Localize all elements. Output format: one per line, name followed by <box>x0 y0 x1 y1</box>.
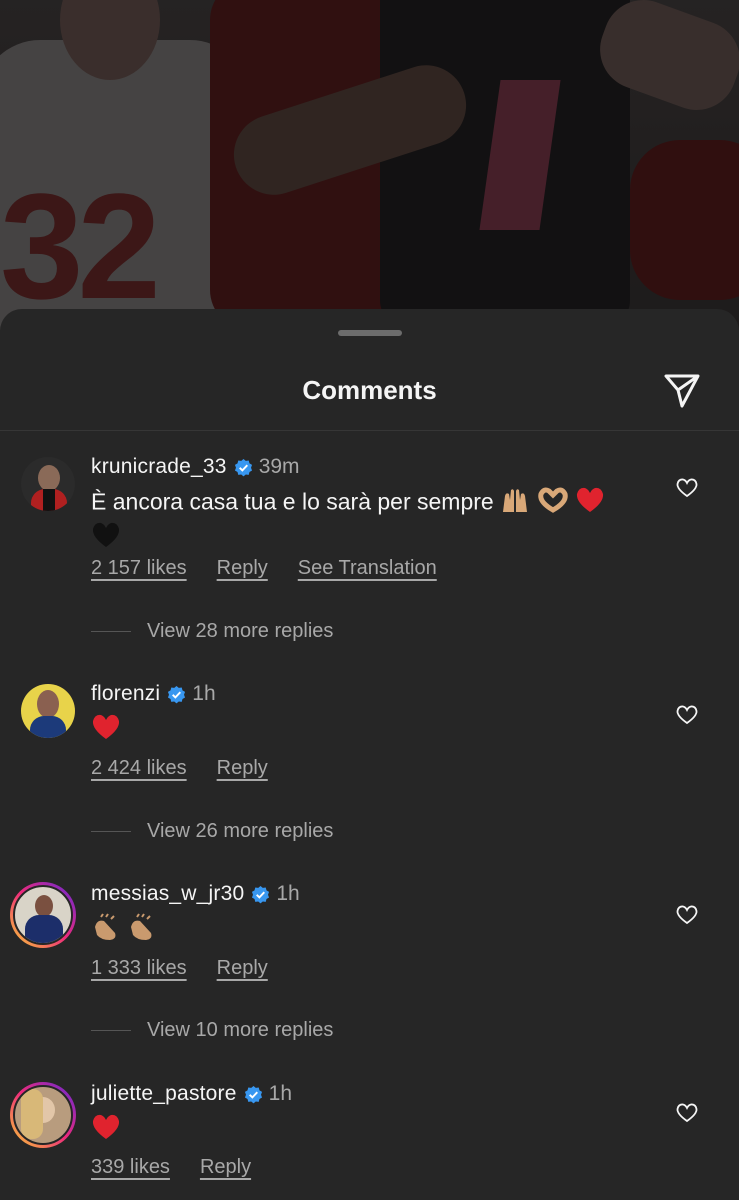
replies-line <box>91 831 131 832</box>
likes-count-link[interactable]: 1 333 likes <box>91 957 187 980</box>
view-more-replies[interactable]: View 10 more replies <box>91 1019 333 1042</box>
avatar[interactable] <box>21 684 75 738</box>
photo-dim-overlay <box>0 0 739 330</box>
like-heart-icon[interactable] <box>676 478 700 500</box>
like-heart-icon[interactable] <box>676 705 700 727</box>
username[interactable]: florenzi <box>91 682 160 706</box>
username[interactable]: messias_w_jr30 <box>91 882 244 906</box>
comment-time: 1h <box>192 682 216 705</box>
red-heart-icon <box>575 486 605 521</box>
verified-badge-icon <box>251 885 270 904</box>
comment-text <box>91 1113 651 1148</box>
likes-count-link[interactable]: 2 157 likes <box>91 557 187 580</box>
red-heart-icon <box>91 713 121 748</box>
view-replies-label[interactable]: View 26 more replies <box>147 820 333 843</box>
post-photo-background: 32 <box>0 0 739 330</box>
sheet-title: Comments <box>302 375 437 405</box>
view-more-replies[interactable]: View 28 more replies <box>91 620 333 643</box>
avatar[interactable] <box>21 457 75 511</box>
comment-meta: messias_w_jr30 1h <box>91 882 300 906</box>
verified-badge-icon <box>167 685 186 704</box>
avatar[interactable] <box>10 1082 76 1148</box>
likes-count-link[interactable]: 339 likes <box>91 1156 170 1179</box>
view-more-replies[interactable]: View 26 more replies <box>91 820 333 843</box>
reply-button[interactable]: Reply <box>217 557 268 580</box>
send-icon[interactable] <box>662 372 706 412</box>
clapping-hands-icon <box>91 913 121 950</box>
comment-meta: florenzi 1h <box>91 682 216 706</box>
red-heart-icon <box>91 1113 121 1148</box>
username[interactable]: juliette_pastore <box>91 1082 237 1106</box>
comment-text: È ancora casa tua e lo sarà per sempre <box>91 486 651 556</box>
reply-button[interactable]: Reply <box>217 757 268 780</box>
comment-text <box>91 913 651 950</box>
comment-text <box>91 713 651 748</box>
reply-button[interactable]: Reply <box>200 1156 251 1179</box>
comment-body: È ancora casa tua e lo sarà per sempre <box>91 488 494 515</box>
clapping-hands-icon <box>127 913 157 950</box>
likes-count-link[interactable]: 2 424 likes <box>91 757 187 780</box>
view-replies-label[interactable]: View 28 more replies <box>147 620 333 643</box>
raising-hands-icon <box>500 486 530 521</box>
comment-time: 1h <box>276 882 300 905</box>
comment-meta: juliette_pastore 1h <box>91 1082 292 1106</box>
verified-badge-icon <box>244 1085 263 1104</box>
see-translation-button[interactable]: See Translation <box>298 557 437 580</box>
view-replies-label[interactable]: View 10 more replies <box>147 1019 333 1042</box>
replies-line <box>91 631 131 632</box>
reply-button[interactable]: Reply <box>217 957 268 980</box>
heart-hands-icon <box>537 486 569 521</box>
comment-meta: krunicrade_33 39m <box>91 455 300 479</box>
username[interactable]: krunicrade_33 <box>91 455 227 479</box>
black-heart-icon <box>91 521 121 556</box>
comment-actions: 1 333 likes Reply <box>91 957 298 980</box>
comment-time: 39m <box>258 455 300 478</box>
comment-actions: 2 157 likes Reply See Translation <box>91 557 467 580</box>
verified-badge-icon <box>234 458 253 477</box>
comments-sheet: Comments <box>0 309 739 1200</box>
like-heart-icon[interactable] <box>676 1103 700 1125</box>
sheet-grabber[interactable] <box>338 330 402 336</box>
header-divider <box>0 430 739 431</box>
avatar[interactable] <box>10 882 76 948</box>
replies-line <box>91 1030 131 1031</box>
comment-time: 1h <box>268 1082 292 1105</box>
comment-actions: 2 424 likes Reply <box>91 757 298 780</box>
comment-actions: 339 likes Reply <box>91 1156 281 1179</box>
like-heart-icon[interactable] <box>676 905 700 927</box>
